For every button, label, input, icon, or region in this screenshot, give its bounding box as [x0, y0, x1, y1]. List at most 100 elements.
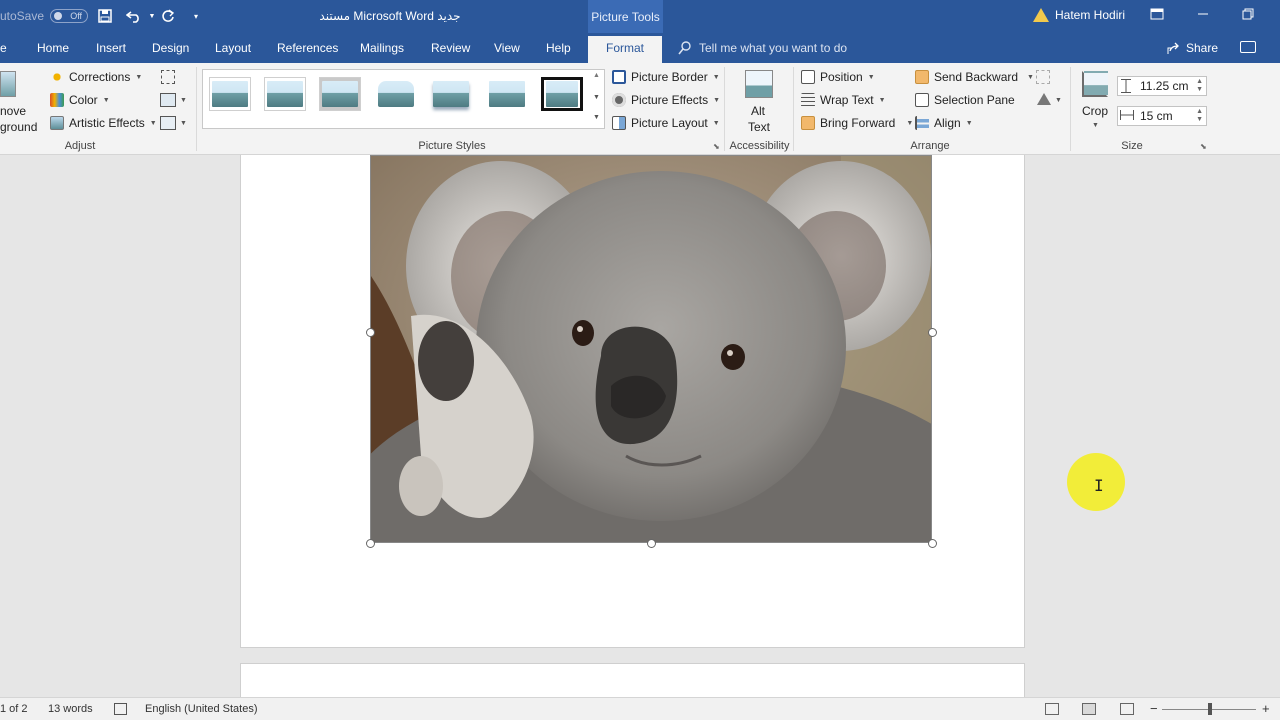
send-backward-button[interactable]: Send Backward ▼ [915, 70, 1034, 84]
restore-icon[interactable] [1242, 8, 1254, 23]
tab-view[interactable]: View [494, 41, 520, 55]
tab-format[interactable]: Format [588, 36, 663, 63]
language-indicator[interactable]: English (United States) [145, 703, 258, 715]
picture-border-button[interactable]: Picture Border ▼ [612, 70, 720, 84]
crop-label[interactable]: Crop [1082, 104, 1108, 118]
koala-image [371, 156, 931, 542]
customize-toolbar-icon[interactable]: ▾ [186, 6, 206, 26]
autosave-control[interactable]: utoSave Off [0, 9, 89, 23]
tab-design[interactable]: Design [152, 41, 189, 55]
word-count[interactable]: 13 words [48, 703, 93, 715]
arrange-group-label: Arrange [910, 140, 950, 152]
status-bar: 1 of 2 13 words English (United States) … [0, 697, 1280, 720]
artistic-effects-button[interactable]: Artistic Effects ▼ [50, 116, 157, 130]
group-objects-icon[interactable] [1036, 70, 1050, 84]
wrap-text-label: Wrap Text [820, 93, 874, 107]
remove-background-line2[interactable]: ground [0, 120, 37, 134]
selection-pane-button[interactable]: Selection Pane [915, 93, 1015, 107]
tab-file[interactable]: e [0, 41, 7, 55]
gallery-scroll-up-icon[interactable]: ▲ [593, 72, 600, 79]
text-cursor-icon: I [1094, 476, 1104, 495]
picture-style-4[interactable] [375, 77, 417, 111]
gallery-scroll-down-icon[interactable]: ▼ [593, 94, 600, 101]
picture-tools-context: Picture Tools [588, 0, 663, 33]
page-count[interactable]: 1 of 2 [0, 703, 28, 715]
resize-handle-bottom[interactable] [647, 539, 656, 548]
alt-text-icon[interactable] [745, 70, 773, 98]
ribbon-tabs: e Home Insert Design Layout References M… [0, 33, 1280, 63]
zoom-slider-thumb[interactable] [1208, 703, 1212, 715]
resize-handle-bottom-right[interactable] [928, 539, 937, 548]
align-button[interactable]: Align ▼ [915, 116, 973, 130]
bring-forward-button[interactable]: Bring Forward ▼ [801, 116, 913, 130]
document-page-2[interactable] [240, 663, 1025, 697]
wrap-text-icon [801, 93, 815, 107]
undo-icon[interactable] [124, 6, 144, 26]
resize-handle-bottom-left[interactable] [366, 539, 375, 548]
tab-help[interactable]: Help [546, 41, 571, 55]
minimize-icon[interactable] [1197, 8, 1209, 23]
format-ribbon: nove ground Corrections ▼ Color ▼ Artistic… [0, 63, 1280, 155]
document-area: I [0, 155, 1280, 697]
share-button[interactable]: Share [1166, 41, 1218, 55]
picture-effects-button[interactable]: Picture Effects ▼ [612, 93, 720, 107]
selection-pane-label: Selection Pane [934, 93, 1015, 107]
size-launcher-icon[interactable]: ⬊ [1200, 142, 1207, 151]
picture-style-3[interactable] [319, 77, 361, 111]
tab-mailings[interactable]: Mailings [360, 41, 404, 55]
picture-style-6[interactable] [486, 77, 528, 111]
pen-icon [612, 70, 626, 84]
effects-icon [612, 93, 626, 107]
align-icon [915, 116, 929, 130]
user-account[interactable]: Hatem Hodiri [1033, 8, 1125, 22]
reset-picture-icon[interactable] [160, 116, 176, 130]
bring-forward-icon [801, 116, 815, 130]
tab-home[interactable]: Home [37, 41, 69, 55]
share-label: Share [1186, 41, 1219, 55]
color-button[interactable]: Color ▼ [50, 93, 110, 107]
picture-style-7[interactable] [541, 77, 583, 111]
change-picture-icon[interactable] [160, 93, 176, 107]
print-layout-icon[interactable] [1082, 703, 1096, 715]
tab-review[interactable]: Review [431, 41, 470, 55]
gallery-more-icon[interactable]: ▼ [593, 114, 600, 121]
koala-picture[interactable] [370, 155, 932, 543]
web-layout-icon[interactable] [1120, 703, 1134, 715]
rotate-icon[interactable] [1037, 93, 1051, 105]
warning-icon [1033, 8, 1049, 22]
crop-icon[interactable] [1082, 71, 1108, 97]
tell-me-box[interactable]: Tell me what you want to do [678, 41, 847, 55]
width-icon [1120, 110, 1134, 120]
redo-icon[interactable] [158, 6, 178, 26]
autosave-toggle[interactable]: Off [50, 9, 89, 23]
zoom-out-icon[interactable]: − [1150, 701, 1158, 716]
resize-handle-left[interactable] [366, 328, 375, 337]
picture-style-5[interactable] [430, 77, 472, 111]
tab-layout[interactable]: Layout [215, 41, 251, 55]
color-palette-icon [50, 93, 64, 107]
save-icon[interactable] [95, 6, 115, 26]
compress-pictures-icon[interactable] [161, 70, 175, 84]
remove-background-line1[interactable]: nove [0, 104, 26, 118]
comments-icon[interactable] [1240, 41, 1256, 53]
tab-references[interactable]: References [277, 41, 338, 55]
alt-text-line1[interactable]: Alt [751, 104, 765, 118]
adjust-group-label: Adjust [64, 140, 96, 152]
position-button[interactable]: Position ▼ [801, 70, 875, 84]
artistic-effects-label: Artistic Effects [69, 116, 145, 130]
tab-insert[interactable]: Insert [96, 41, 126, 55]
alt-text-line2[interactable]: Text [748, 120, 770, 134]
proofing-icon[interactable] [114, 703, 127, 715]
picture-layout-button[interactable]: Picture Layout ▼ [612, 116, 720, 130]
size-group-label: Size [1121, 140, 1143, 152]
corrections-button[interactable]: Corrections ▼ [50, 70, 142, 84]
picture-style-2[interactable] [264, 77, 306, 111]
resize-handle-right[interactable] [928, 328, 937, 337]
zoom-in-icon[interactable]: + [1262, 701, 1270, 716]
picture-style-1[interactable] [209, 77, 251, 111]
read-mode-icon[interactable] [1045, 703, 1059, 715]
remove-background-icon[interactable] [0, 71, 16, 97]
wrap-text-button[interactable]: Wrap Text ▼ [801, 93, 886, 107]
picture-styles-launcher-icon[interactable]: ⬊ [713, 142, 720, 151]
ribbon-display-options-icon[interactable] [1150, 8, 1164, 23]
